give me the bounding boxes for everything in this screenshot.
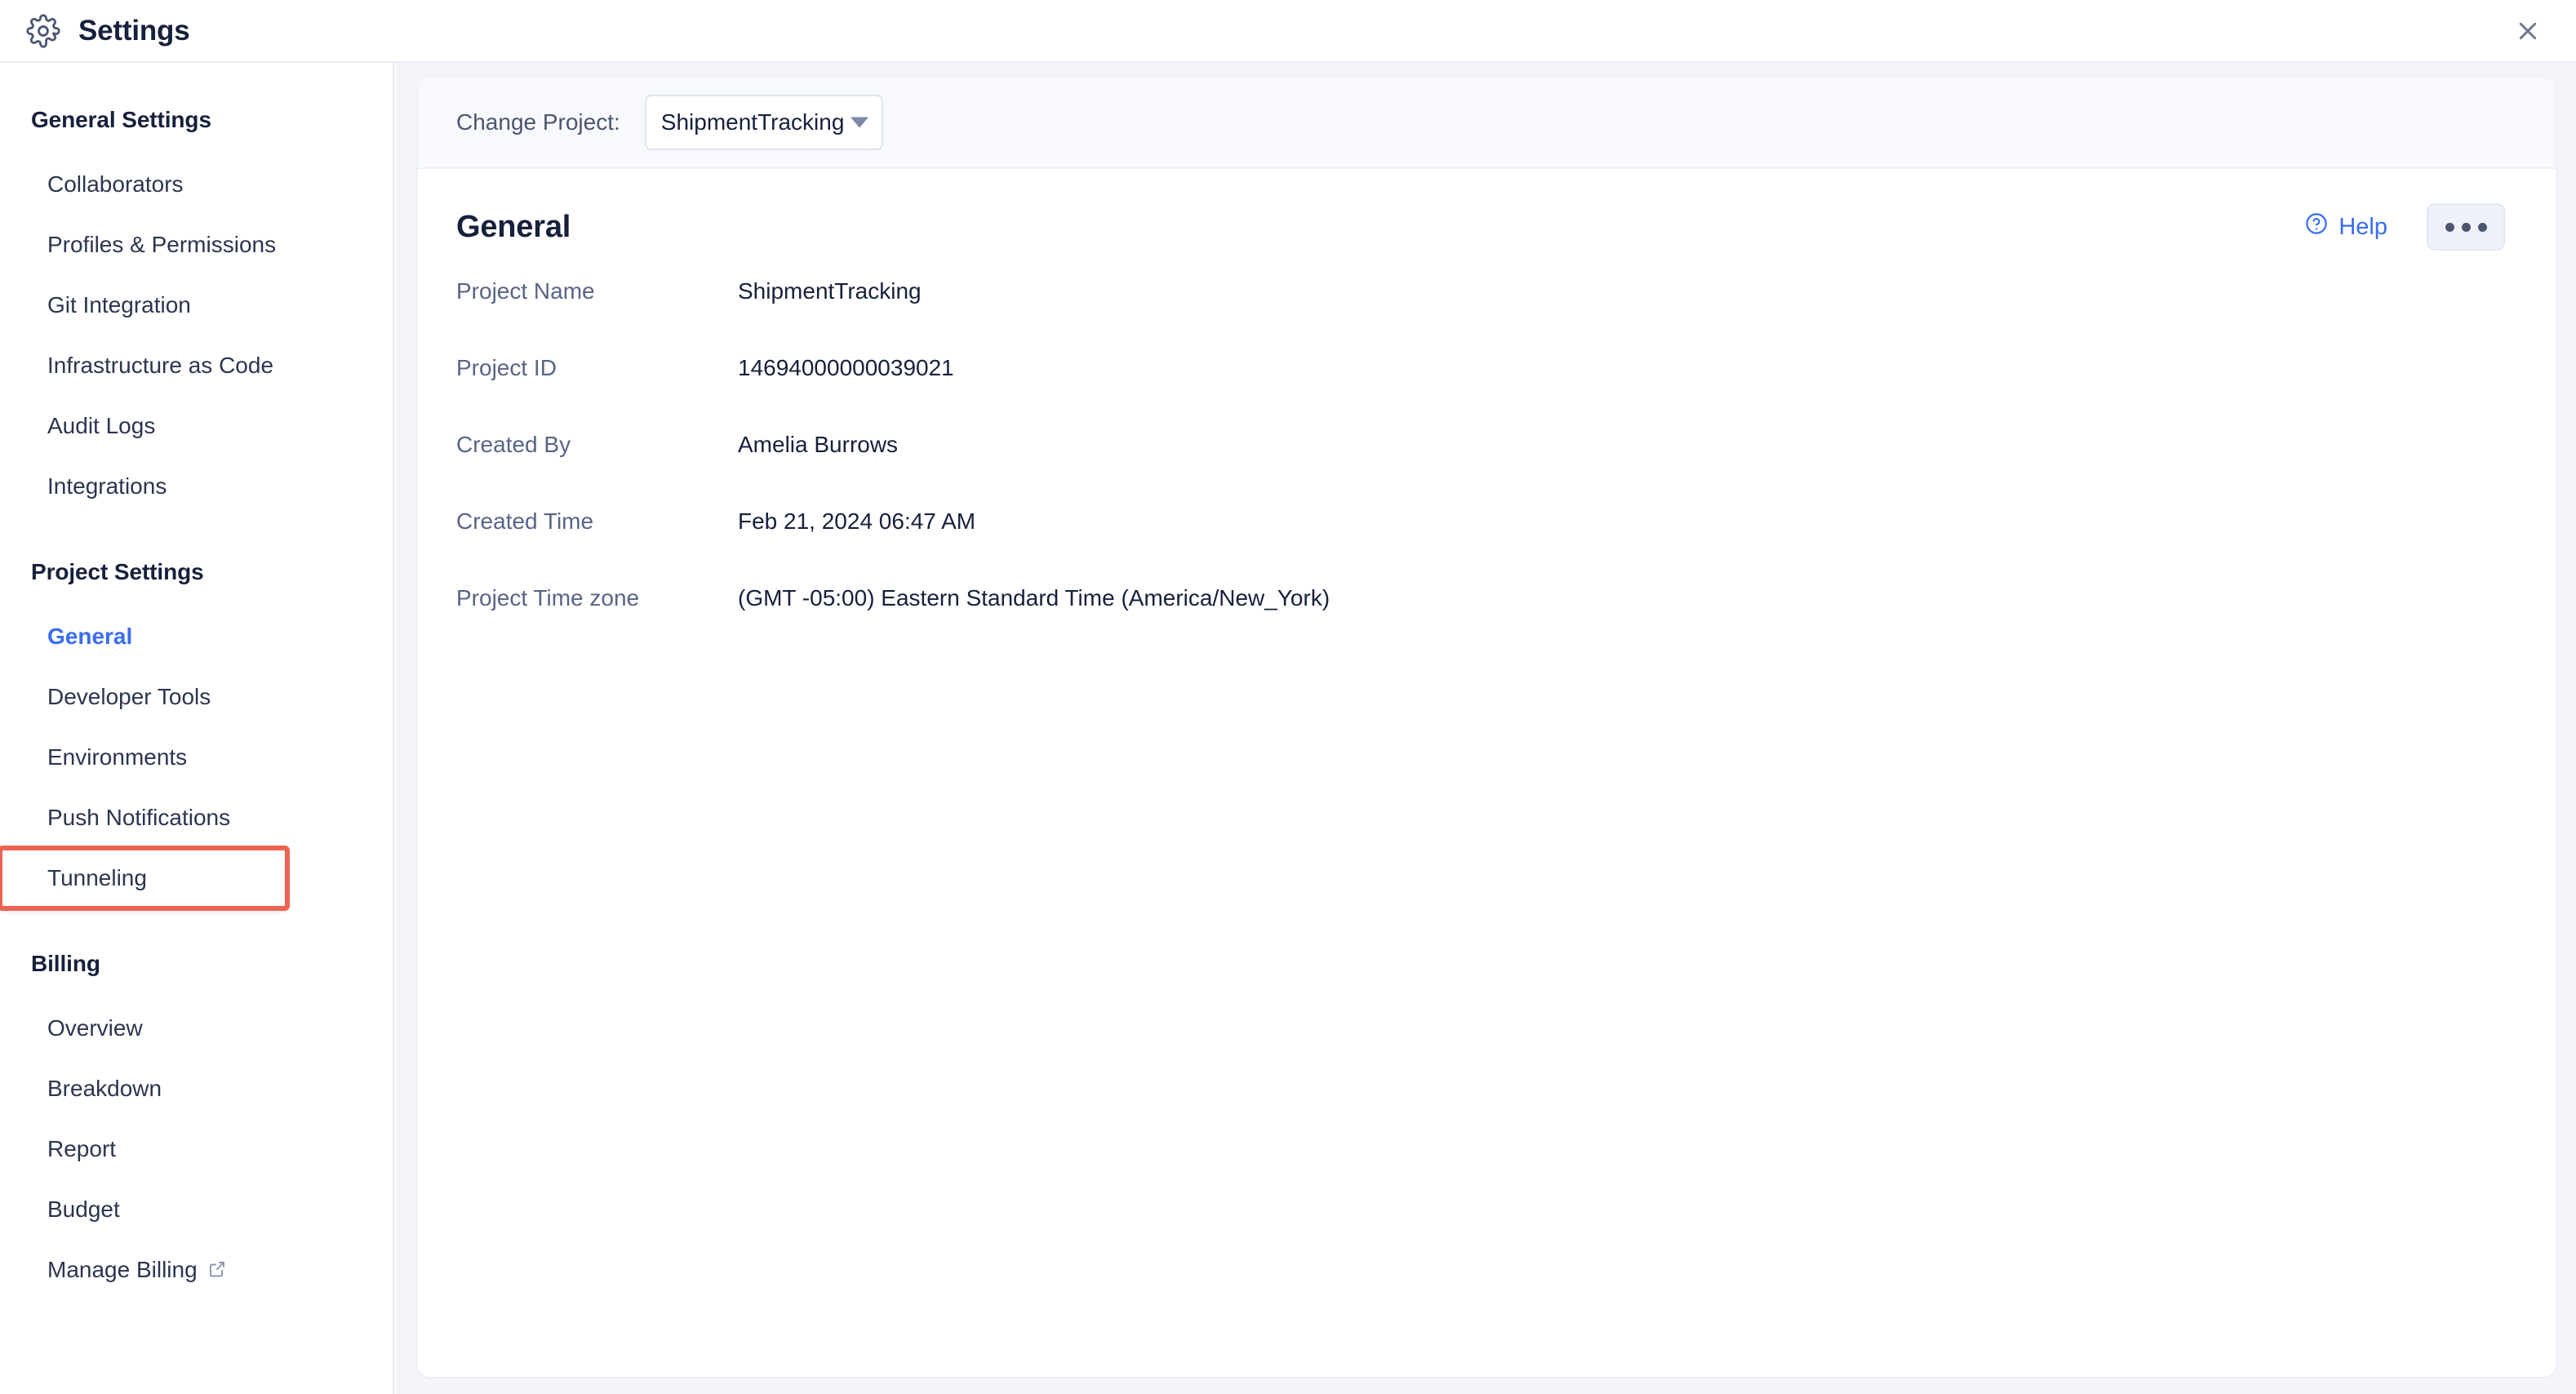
detail-row: Project ID 14694000000039021 bbox=[456, 355, 2556, 432]
sidebar-group: Project Settings General Developer Tools En… bbox=[0, 559, 393, 911]
sidebar-item-label: Integrations bbox=[47, 473, 167, 499]
close-icon[interactable] bbox=[2506, 9, 2550, 53]
change-project-label: Change Project: bbox=[456, 109, 620, 135]
sidebar-item-environments[interactable]: Environments bbox=[0, 727, 393, 788]
settings-card: Change Project: ShipmentTracking General bbox=[418, 78, 2556, 1377]
sidebar-group-title: Project Settings bbox=[31, 559, 204, 584]
help-button-label: Help bbox=[2338, 213, 2387, 240]
panel-title: General bbox=[456, 209, 571, 244]
sidebar-item-label: Audit Logs bbox=[47, 413, 156, 438]
sidebar-item-breakdown[interactable]: Breakdown bbox=[0, 1059, 393, 1119]
sidebar-item-label: Environments bbox=[47, 744, 188, 770]
sidebar-item-report[interactable]: Report bbox=[0, 1119, 393, 1179]
sidebar-item-label: Push Notifications bbox=[47, 805, 231, 830]
sidebar-item-integrations[interactable]: Integrations bbox=[0, 456, 393, 517]
sidebar-item-label: Collaborators bbox=[47, 171, 184, 197]
project-details-list: Project Name ShipmentTracking Project ID 14… bbox=[418, 251, 2556, 662]
detail-label: Created By bbox=[456, 432, 571, 457]
sidebar-item-label: Manage Billing bbox=[47, 1257, 198, 1282]
detail-label: Project ID bbox=[456, 355, 557, 380]
main-content: Change Project: ShipmentTracking General bbox=[396, 63, 2576, 1394]
window-header: Settings bbox=[0, 0, 2576, 63]
panel-header: General Help bbox=[418, 169, 2556, 251]
sidebar-item-git-integration[interactable]: Git Integration bbox=[0, 275, 393, 335]
detail-value: Feb 21, 2024 06:47 AM bbox=[738, 508, 976, 534]
detail-row: Project Name ShipmentTracking bbox=[456, 278, 2556, 355]
sidebar-item-audit-logs[interactable]: Audit Logs bbox=[0, 396, 393, 456]
sidebar-item-infrastructure-as-code[interactable]: Infrastructure as Code bbox=[0, 335, 393, 396]
sidebar-item-collaborators[interactable]: Collaborators bbox=[0, 154, 393, 215]
sidebar-item-profiles-permissions[interactable]: Profiles & Permissions bbox=[0, 215, 393, 275]
sidebar-item-label: Budget bbox=[47, 1196, 120, 1222]
sidebar-item-label: Git Integration bbox=[47, 292, 191, 317]
sidebar-item-label: Profiles & Permissions bbox=[47, 232, 277, 257]
sidebar-group-title: Billing bbox=[31, 951, 100, 976]
settings-window: Settings General Settings Collaborators Pr… bbox=[0, 0, 2576, 1394]
change-project-bar: Change Project: ShipmentTracking bbox=[418, 78, 2556, 169]
sidebar-item-general[interactable]: General bbox=[0, 606, 393, 667]
sidebar-item-label: Overview bbox=[47, 1015, 143, 1041]
ellipsis-icon bbox=[2461, 222, 2471, 232]
panel-actions: Help bbox=[2304, 203, 2505, 251]
more-options-button[interactable] bbox=[2427, 203, 2505, 251]
project-select[interactable]: ShipmentTracking bbox=[644, 95, 883, 150]
ellipsis-icon bbox=[2477, 222, 2487, 232]
detail-label: Project Name bbox=[456, 278, 595, 304]
sidebar-item-tunneling[interactable]: Tunneling bbox=[0, 846, 290, 911]
sidebar-group: General Settings Collaborators Profiles & … bbox=[0, 107, 393, 517]
sidebar-item-overview[interactable]: Overview bbox=[0, 998, 393, 1059]
detail-row: Created Time Feb 21, 2024 06:47 AM bbox=[456, 508, 2556, 585]
help-button[interactable]: Help bbox=[2304, 211, 2387, 242]
detail-label: Project Time zone bbox=[456, 585, 640, 610]
sidebar-item-label: General bbox=[47, 624, 133, 649]
gear-icon bbox=[24, 12, 62, 50]
detail-row: Project Time zone (GMT -05:00) Eastern St… bbox=[456, 585, 2556, 662]
sidebar-item-label: Infrastructure as Code bbox=[47, 353, 274, 378]
sidebar-item-label: Tunneling bbox=[47, 865, 147, 890]
detail-value: ShipmentTracking bbox=[738, 278, 922, 304]
sidebar-item-label: Report bbox=[47, 1136, 117, 1161]
chevron-down-icon bbox=[850, 117, 868, 128]
sidebar-group: Billing Overview Breakdown Report Budget Mana… bbox=[0, 951, 393, 1300]
settings-sidebar: General Settings Collaborators Profiles & … bbox=[0, 63, 394, 1394]
project-select-value: ShipmentTracking bbox=[660, 109, 845, 135]
ellipsis-icon bbox=[2445, 222, 2454, 232]
detail-value: (GMT -05:00) Eastern Standard Time (Amer… bbox=[738, 585, 1330, 610]
sidebar-item-label: Developer Tools bbox=[47, 684, 211, 709]
detail-value: 14694000000039021 bbox=[738, 355, 954, 380]
question-circle-icon bbox=[2304, 211, 2329, 242]
sidebar-item-label: Breakdown bbox=[47, 1076, 162, 1101]
sidebar-item-budget[interactable]: Budget bbox=[0, 1179, 393, 1240]
detail-label: Created Time bbox=[456, 508, 594, 534]
detail-value: Amelia Burrows bbox=[738, 432, 899, 457]
sidebar-group-title: General Settings bbox=[31, 107, 211, 132]
detail-row: Created By Amelia Burrows bbox=[456, 432, 2556, 508]
external-link-icon bbox=[207, 1241, 227, 1302]
sidebar-item-manage-billing[interactable]: Manage Billing bbox=[0, 1240, 393, 1300]
sidebar-item-developer-tools[interactable]: Developer Tools bbox=[0, 667, 393, 727]
sidebar-item-push-notifications[interactable]: Push Notifications bbox=[0, 788, 393, 848]
page-title: Settings bbox=[78, 14, 190, 47]
